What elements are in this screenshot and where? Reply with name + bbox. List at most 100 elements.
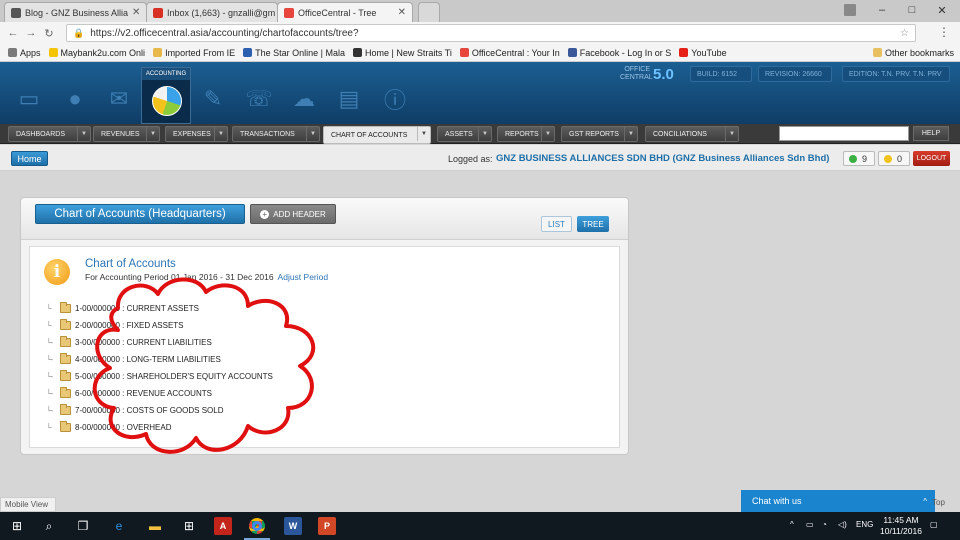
menu-reports[interactable]: REPORTS ▼	[497, 126, 555, 142]
list-view-button[interactable]: LIST	[541, 216, 572, 232]
wifi-icon[interactable]: ◔	[822, 520, 827, 529]
person-icon[interactable]	[836, 0, 864, 20]
chevron-down-icon[interactable]: ▼	[624, 127, 637, 141]
menu-assets[interactable]: ASSETS ▼	[437, 126, 492, 142]
chevron-down-icon[interactable]: ▼	[417, 127, 430, 141]
menu-conciliations[interactable]: CONCILIATIONS ▼	[645, 126, 739, 142]
windows-start-icon[interactable]: ⊞	[8, 517, 26, 535]
minimize-button[interactable]: –	[868, 0, 896, 20]
add-header-button[interactable]: + ADD HEADER	[250, 204, 336, 224]
new-tab-button[interactable]	[418, 2, 440, 22]
help-button[interactable]: HELP	[913, 126, 949, 141]
home-button[interactable]: Home	[11, 151, 48, 166]
maximize-button[interactable]: □	[898, 0, 926, 20]
close-icon[interactable]: ✕	[394, 7, 406, 18]
file-explorer-icon[interactable]: ▬	[146, 517, 164, 535]
bookmark-other[interactable]: Other bookmarks	[872, 48, 954, 58]
mobile-view-link[interactable]: Mobile View	[0, 497, 56, 512]
monitor-icon[interactable]: ▭	[12, 82, 46, 116]
menu-transactions[interactable]: TRANSACTIONS ▼	[232, 126, 320, 142]
browser-tab-officecentral[interactable]: OfficeCentral - Tree ✕	[277, 2, 413, 22]
browser-menu-icon[interactable]: ⋮	[938, 25, 950, 39]
chevron-down-icon[interactable]: ▼	[214, 127, 227, 141]
store-icon[interactable]: ⊞	[180, 517, 198, 535]
menu-search-input[interactable]	[779, 126, 909, 141]
bookmark-officecentral[interactable]: OfficeCentral : Your In	[459, 48, 560, 58]
info-icon[interactable]: ⓘ	[378, 82, 412, 116]
taskbar-clock[interactable]: 11:45 AM 10/11/2016	[880, 515, 922, 537]
tree-item[interactable]: └- 5-00/000000 : SHAREHOLDER'S EQUITY ACC…	[46, 368, 446, 385]
chevron-up-icon[interactable]: ^	[790, 520, 794, 529]
bookmark-apps[interactable]: Apps	[8, 48, 41, 58]
online-users-badge[interactable]: 9	[843, 151, 875, 166]
chrome-icon[interactable]	[248, 517, 266, 535]
chevron-down-icon[interactable]: ▼	[77, 127, 90, 141]
alerts-badge[interactable]: 0	[878, 151, 910, 166]
bookmark-facebook[interactable]: Facebook - Log In or S	[567, 48, 671, 58]
inventory-icon[interactable]: ▤	[332, 82, 366, 116]
logged-as-label: Logged as:	[448, 154, 493, 164]
chevron-down-icon[interactable]: ▼	[146, 127, 159, 141]
bookmark-star-icon[interactable]: ☆	[900, 28, 909, 39]
url-input[interactable]: 🔒 https://v2.officecentral.asia/accounti…	[66, 24, 916, 42]
tree-view-button[interactable]: TREE	[577, 216, 609, 232]
menu-chart-of-accounts[interactable]: CHART OF ACCOUNTS ▼	[323, 126, 431, 144]
close-icon[interactable]: ✕	[128, 7, 140, 18]
chat-widget[interactable]: Chat with us ^	[741, 490, 935, 512]
volume-icon[interactable]: ◁)	[838, 520, 847, 529]
back-to-top-link[interactable]: Top	[932, 498, 945, 507]
bookmark-imported[interactable]: Imported From IE	[153, 48, 235, 58]
bookmark-maybank[interactable]: Maybank2u.com Onli	[48, 48, 145, 58]
chevron-down-icon[interactable]: ▼	[306, 127, 319, 141]
task-view-icon[interactable]: ❐	[74, 517, 92, 535]
menu-revenues[interactable]: REVENUES ▼	[93, 126, 160, 142]
warning-icon	[884, 154, 892, 163]
logout-button[interactable]: LOGOUT	[913, 151, 950, 166]
battery-icon[interactable]: ▭	[806, 520, 814, 529]
plus-icon: +	[260, 209, 270, 219]
browser-tab-blog[interactable]: Blog - GNZ Business Allia ✕	[4, 2, 147, 22]
chevron-down-icon[interactable]: ▼	[725, 127, 738, 141]
menu-gst-reports[interactable]: GST REPORTS ▼	[561, 126, 638, 142]
window-close-button[interactable]: ✕	[928, 0, 956, 20]
search-icon[interactable]: ⌕	[40, 517, 58, 535]
tree-item[interactable]: └ 8-00/000000 : OVERHEAD	[46, 419, 446, 436]
folder-icon	[153, 48, 163, 57]
forward-icon[interactable]: →	[22, 27, 40, 39]
chevron-down-icon[interactable]: ▼	[541, 127, 554, 141]
mail-icon[interactable]: ✉	[102, 82, 136, 116]
acrobat-icon[interactable]: A	[214, 517, 232, 535]
edge-icon[interactable]: e	[110, 517, 128, 535]
notifications-icon[interactable]: ▢	[930, 520, 938, 529]
accounting-module[interactable]: ACCOUNTING	[141, 67, 191, 124]
document-icon[interactable]: ✎	[196, 82, 230, 116]
chat-bubble-icon[interactable]: ☁	[287, 82, 321, 116]
word-icon[interactable]: W	[284, 517, 302, 535]
tree-item[interactable]: └- 3-00/000000 : CURRENT LIABILITIES	[46, 334, 446, 351]
language-indicator[interactable]: ENG	[856, 520, 873, 529]
gmail-favicon-icon	[153, 7, 163, 18]
chevron-up-icon[interactable]: ^	[923, 497, 927, 506]
tree-item[interactable]: └- 7-00/000000 : COSTS OF GOODS SOLD	[46, 402, 446, 419]
user-icon[interactable]: ●	[58, 82, 92, 116]
bookmark-thestar[interactable]: The Star Online | Mala	[243, 48, 345, 58]
back-icon[interactable]: ←	[4, 27, 22, 39]
tab-title: Blog - GNZ Business Allia	[25, 7, 129, 18]
reload-icon[interactable]: ↻	[40, 27, 58, 40]
chevron-down-icon[interactable]: ▼	[478, 127, 491, 141]
menu-expenses[interactable]: EXPENSES ▼	[165, 126, 228, 142]
tree-item[interactable]: └ 1-00/000000 : CURRENT ASSETS	[46, 300, 446, 317]
menu-dashboards[interactable]: DASHBOARDS ▼	[8, 126, 91, 142]
bookmark-nst[interactable]: Home | New Straits Ti	[352, 48, 452, 58]
browser-tab-inbox[interactable]: Inbox (1,663) - gnzalli@gm ✕	[146, 2, 278, 22]
bookmark-youtube[interactable]: YouTube	[679, 48, 727, 58]
main-menu-bar: DASHBOARDS ▼ REVENUES ▼ EXPENSES ▼ TRANSACT…	[0, 124, 960, 144]
tree-item[interactable]: └- 4-00/000000 : LONG-TERM LIABILITIES	[46, 351, 446, 368]
phone-icon[interactable]: ☏	[242, 82, 276, 116]
url-text: https://v2.officecentral.asia/accounting…	[90, 27, 359, 39]
powerpoint-icon[interactable]: P	[318, 517, 336, 535]
tree-item[interactable]: └- 6-00/000000 : REVENUE ACCOUNTS	[46, 385, 446, 402]
tree-item[interactable]: └ 2-00/000000 : FIXED ASSETS	[46, 317, 446, 334]
panel-title-button[interactable]: Chart of Accounts (Headquarters)	[35, 204, 245, 224]
adjust-period-link[interactable]: Adjust Period	[278, 272, 329, 282]
